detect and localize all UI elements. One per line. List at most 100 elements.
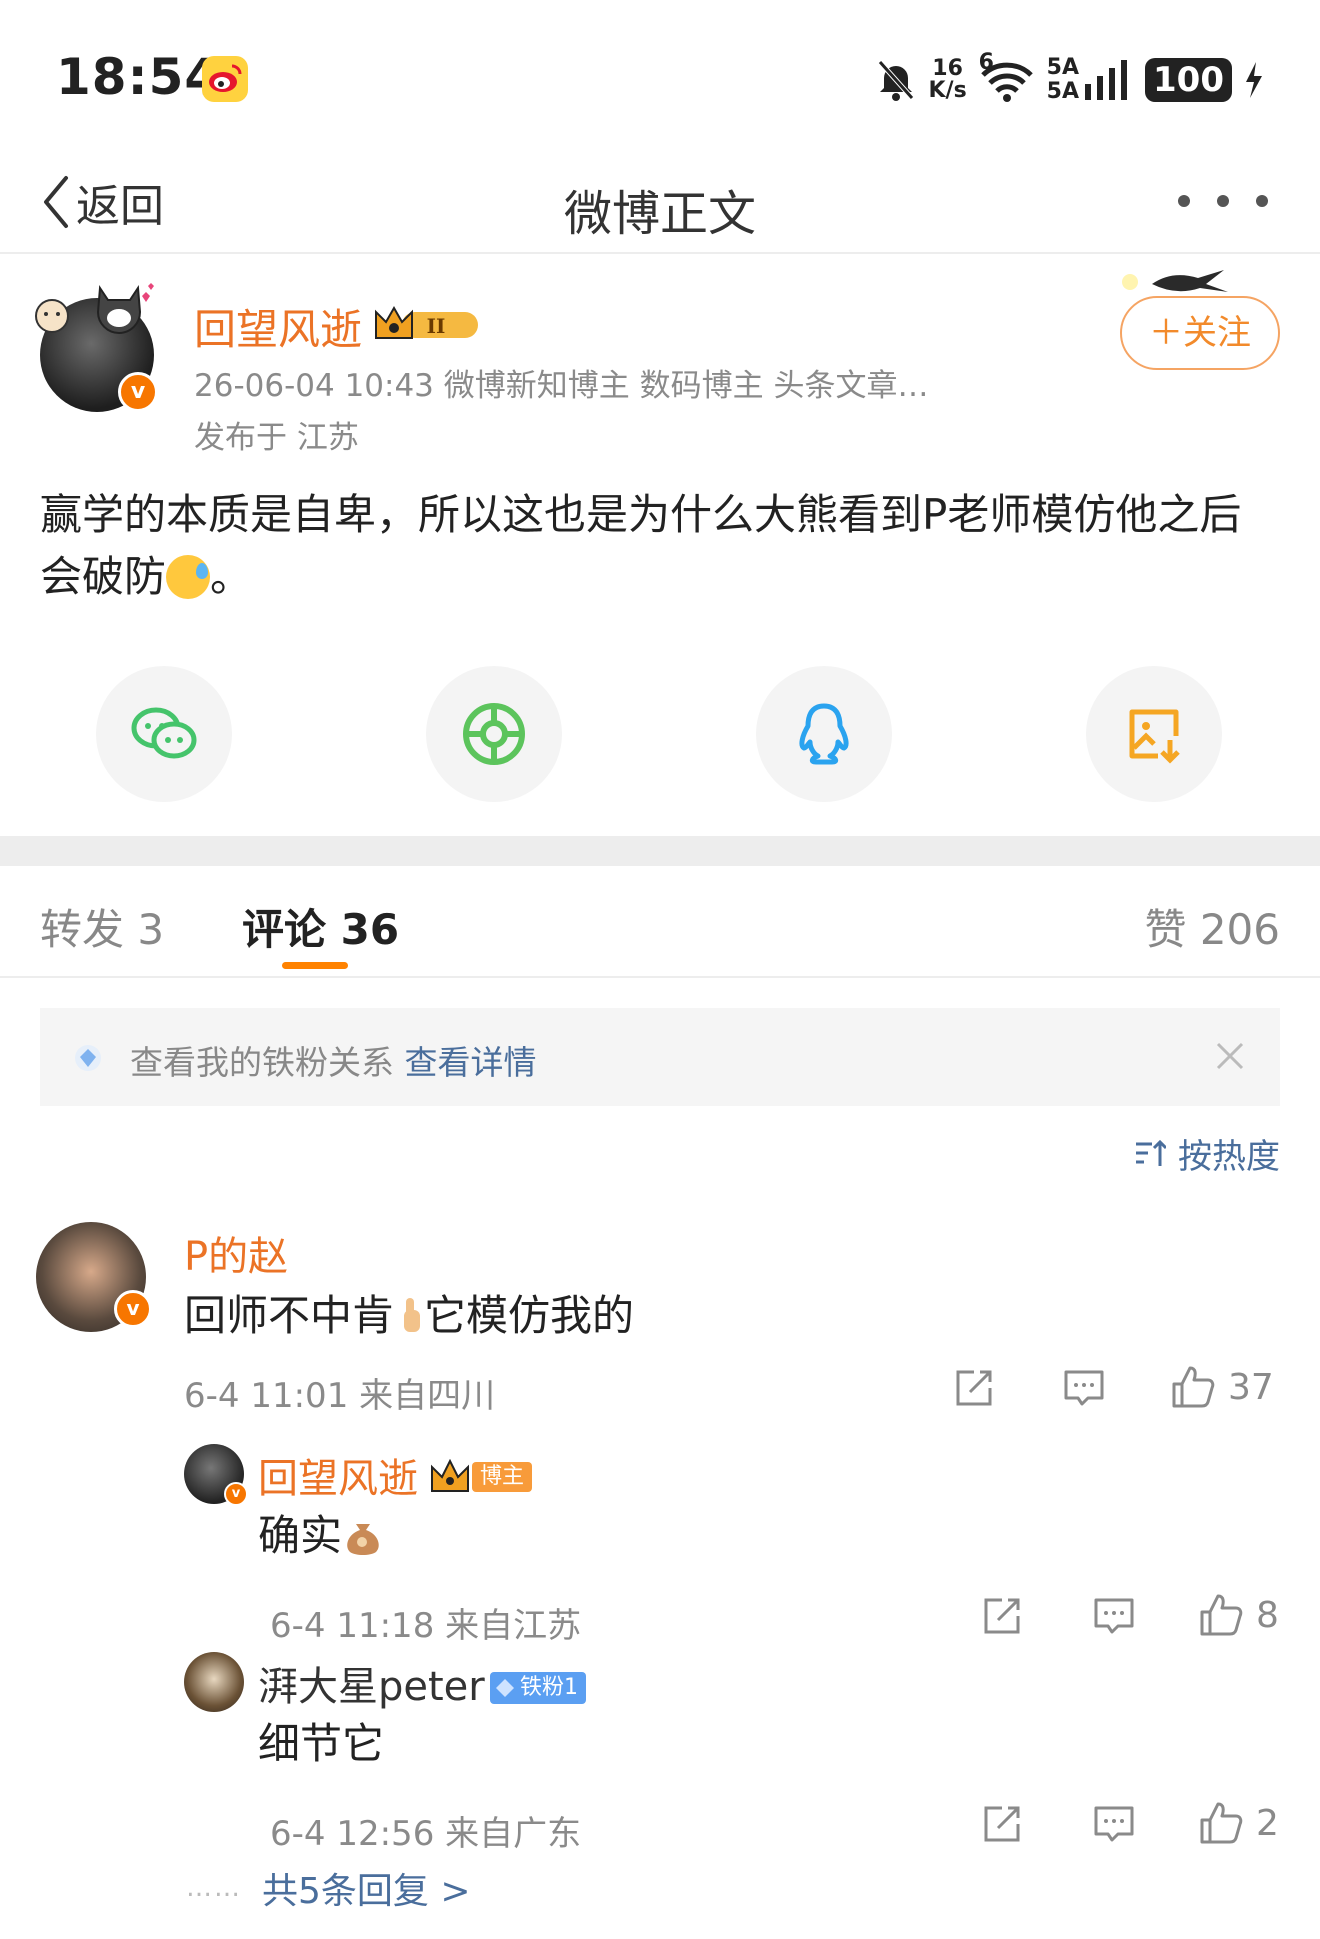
fan-banner-text: 查看我的铁粉关系 查看详情 xyxy=(130,1036,537,1084)
blogger-badge: 博主 xyxy=(430,1458,533,1496)
share-moments-button[interactable] xyxy=(426,666,562,802)
comment-icon xyxy=(1094,1806,1134,1842)
reply-author-avatar[interactable] xyxy=(184,1652,244,1712)
like-reply-button[interactable]: 2 xyxy=(1198,1800,1279,1846)
more-replies-dots: …… xyxy=(186,1873,242,1903)
nav-bar: 返回 微博正文 xyxy=(0,150,1320,254)
more-replies-label: 共5条回复 > xyxy=(262,1871,471,1912)
fan-relationship-banner: 查看我的铁粉关系 查看详情 xyxy=(40,1008,1280,1106)
comment-text-part2: 它模仿我的 xyxy=(424,1291,635,1340)
reply-author-name[interactable]: 回望风逝 xyxy=(258,1446,418,1504)
thumbs-up-icon xyxy=(1200,1802,1243,1844)
comment-icon xyxy=(1094,1598,1134,1634)
avatar-pet-decoration-icon xyxy=(35,283,154,334)
post-location: 发布于 江苏 xyxy=(194,420,359,456)
comment-text: 回师不中肯 它模仿我的 xyxy=(184,1282,634,1343)
weibo-notification-icon xyxy=(202,56,248,102)
status-icons: 16 K/s 6 5A 5A 100 xyxy=(876,51,1264,108)
commenter-avatar[interactable]: v xyxy=(36,1222,152,1332)
tab-comments[interactable]: 评论 36 xyxy=(242,896,399,957)
thumbs-up-icon xyxy=(1172,1366,1215,1408)
fan-banner-label: 查看我的铁粉关系 xyxy=(130,1043,405,1082)
post-body: 赢学的本质是自卑，所以这也是为什么大熊看到P老师模仿他之后会破防。 xyxy=(40,484,1280,608)
diamond-icon xyxy=(75,1045,101,1071)
share-row xyxy=(0,666,1320,806)
post-text-end: 。 xyxy=(210,552,253,601)
tab-repost[interactable]: 转发 3 xyxy=(40,896,164,957)
share-out-icon xyxy=(984,1806,1020,1842)
reply-comment-button[interactable] xyxy=(1062,1366,1106,1410)
follow-button[interactable]: ＋关注 xyxy=(1120,296,1280,370)
close-icon[interactable] xyxy=(1210,1036,1250,1076)
share-wechat-button[interactable] xyxy=(96,666,232,802)
net-speed-value: 16 xyxy=(932,56,963,81)
page-title: 微博正文 xyxy=(563,186,756,242)
iron-fan-label: 铁粉1 xyxy=(520,1675,578,1700)
like-reply-button[interactable]: 8 xyxy=(1198,1592,1279,1638)
more-replies-link[interactable]: …… 共5条回复 > xyxy=(186,1862,471,1914)
repost-reply-button[interactable] xyxy=(980,1802,1024,1846)
cell-signal-icon: 5A 5A xyxy=(1047,56,1133,104)
sort-toggle[interactable]: 按热度 xyxy=(1134,1130,1280,1177)
like-comment-button[interactable]: 37 xyxy=(1170,1364,1274,1410)
fan-detail-link[interactable]: 查看详情 xyxy=(405,1043,537,1082)
share-out-icon xyxy=(984,1598,1020,1634)
share-qq-button[interactable] xyxy=(756,666,892,802)
post-meta: 26-06-04 10:43 微博新知博主 数码博主 头条文章… xyxy=(194,368,929,404)
status-bar: 18:54 16 K/s 6 5A 5A 100 xyxy=(0,0,1320,150)
thumbs-up-icon xyxy=(1200,1594,1243,1636)
blogger-tag: 博主 xyxy=(472,1462,533,1492)
net-speed: 16 K/s xyxy=(928,58,966,102)
reply-text: 确实 xyxy=(258,1502,384,1563)
reply-text: 细节它 xyxy=(258,1719,385,1768)
section-divider xyxy=(0,836,1320,866)
more-options-icon[interactable] xyxy=(1178,186,1268,216)
like-count: 8 xyxy=(1256,1594,1279,1636)
signal-label-2: 5A xyxy=(1046,79,1080,104)
wifi-icon: 6 xyxy=(979,51,1035,103)
status-time: 18:54 xyxy=(56,48,221,106)
commenter-name[interactable]: P的赵 xyxy=(184,1224,288,1282)
reply-item: 湃大星peter 铁粉1 细节它 6-4 12:56 来自广东 2 xyxy=(0,1652,1320,1854)
moments-icon xyxy=(463,703,525,765)
reply-text-content: 确实 xyxy=(258,1511,343,1560)
reply-item: v 回望风逝 博主 确实 6-4 11:18 来自江苏 8 xyxy=(0,1444,1320,1646)
comment-text-part1: 回师不中肯 xyxy=(184,1291,395,1340)
reply-author-name[interactable]: 湃大星peter xyxy=(258,1654,485,1712)
net-speed-unit: K/s xyxy=(928,78,967,103)
thumbs-up-emoji-icon xyxy=(404,1298,421,1332)
signal-label-1: 5A xyxy=(1046,55,1080,80)
sort-icon xyxy=(1136,1139,1166,1166)
reply-to-reply-button[interactable] xyxy=(1092,1594,1136,1638)
crown-icon: II xyxy=(375,305,478,339)
like-count: 2 xyxy=(1256,1802,1279,1844)
interaction-tabs: 转发 3 评论 36 赞 206 xyxy=(0,866,1320,978)
repost-reply-button[interactable] xyxy=(980,1594,1024,1638)
active-tab-indicator xyxy=(282,962,348,969)
verified-badge-icon: v xyxy=(114,1290,152,1328)
level-badge-text: II xyxy=(427,314,446,338)
comment-icon xyxy=(1064,1370,1104,1406)
author-name[interactable]: 回望风逝 xyxy=(194,296,362,357)
wifi-label: 6 xyxy=(978,50,994,75)
charging-icon xyxy=(1246,62,1262,98)
diamond-icon xyxy=(496,1679,514,1697)
share-out-icon xyxy=(956,1370,992,1406)
iron-fan-badge: 铁粉1 xyxy=(490,1672,586,1704)
repost-comment-button[interactable] xyxy=(952,1366,996,1410)
save-image-button[interactable] xyxy=(1086,666,1222,802)
wechat-icon xyxy=(131,707,197,759)
mute-bell-icon xyxy=(878,60,915,101)
post-header: v 回望风逝 II 26-06-04 10:43 微博新知博主 数码博主 头条文… xyxy=(0,256,1320,456)
battery-indicator: 100 xyxy=(1145,58,1232,102)
reply-time: 6-4 12:56 来自广东 xyxy=(270,1814,582,1854)
crown-icon xyxy=(431,1459,469,1492)
sort-label: 按热度 xyxy=(1178,1136,1280,1177)
reply-author-avatar[interactable]: v xyxy=(184,1444,248,1506)
qq-icon xyxy=(799,703,849,765)
member-crown-badge[interactable]: II xyxy=(372,302,484,346)
tab-likes[interactable]: 赞 206 xyxy=(1144,896,1280,957)
reply-to-reply-button[interactable] xyxy=(1092,1802,1136,1846)
money-bag-emoji-icon xyxy=(347,1524,379,1555)
sweat-emoji-icon xyxy=(166,555,211,599)
